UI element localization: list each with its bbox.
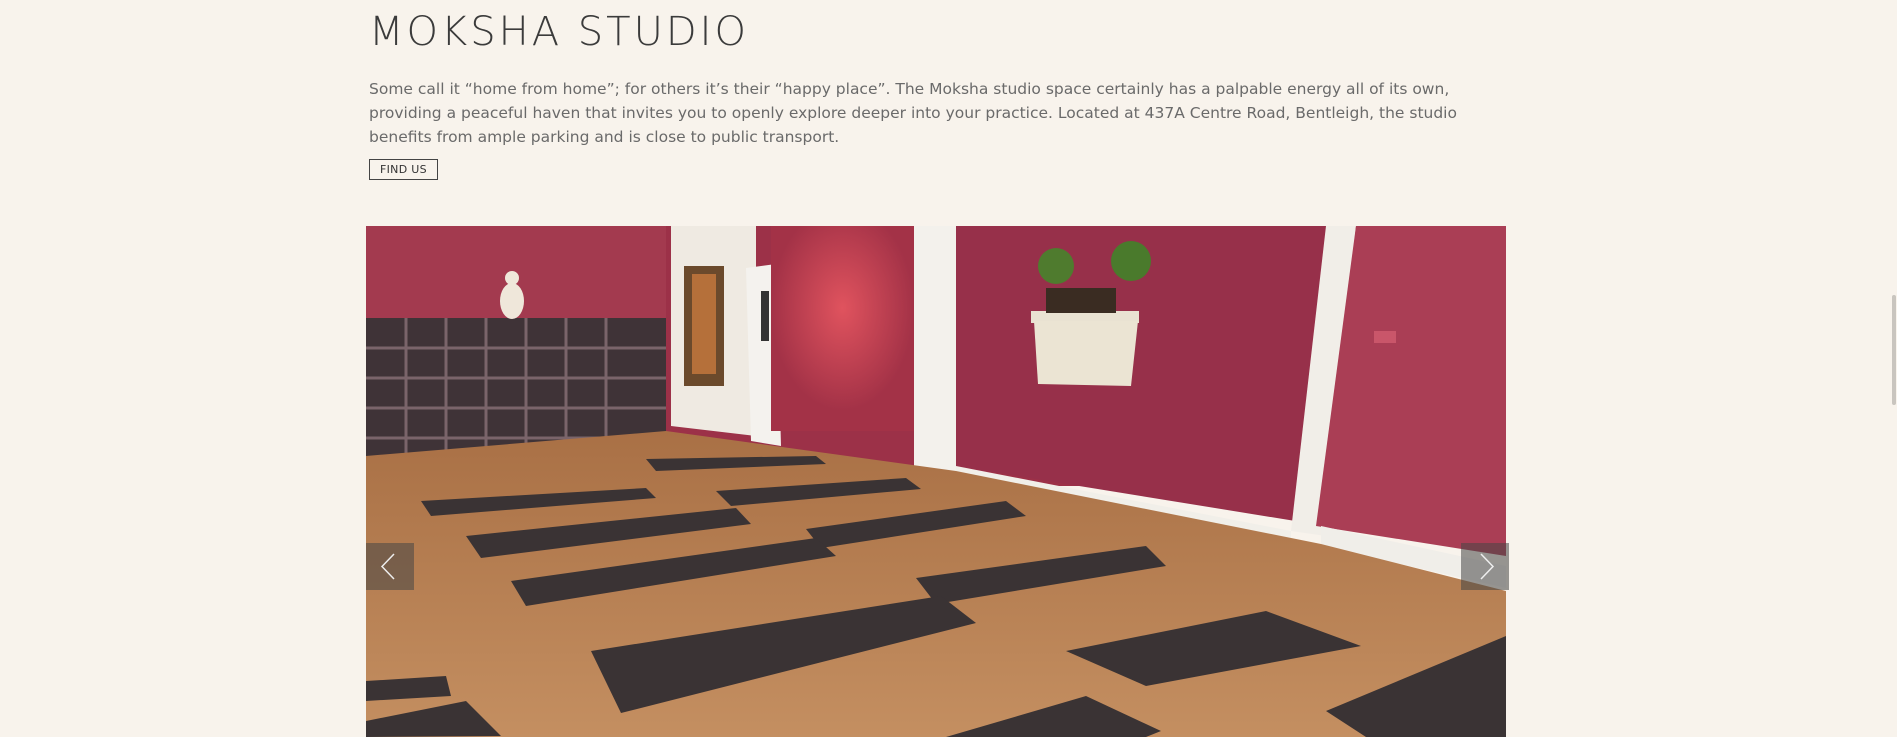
studio-photo-slideshow <box>366 226 1506 737</box>
studio-photo <box>366 226 1506 737</box>
page-scrollbar[interactable] <box>1889 0 1897 737</box>
chevron-left-icon <box>380 553 395 580</box>
gallery-prev-button[interactable] <box>366 543 414 590</box>
intro-text: Some call it “home from home”; for other… <box>369 80 1457 146</box>
page: MOKSHA STUDIO Some call it “home from ho… <box>0 0 1897 737</box>
find-us-button[interactable]: FIND US <box>369 159 438 180</box>
scrollbar-thumb[interactable] <box>1892 295 1896 405</box>
chevron-right-icon <box>1480 553 1495 580</box>
page-title: MOKSHA STUDIO <box>369 9 749 55</box>
gallery-next-button[interactable] <box>1461 543 1509 590</box>
